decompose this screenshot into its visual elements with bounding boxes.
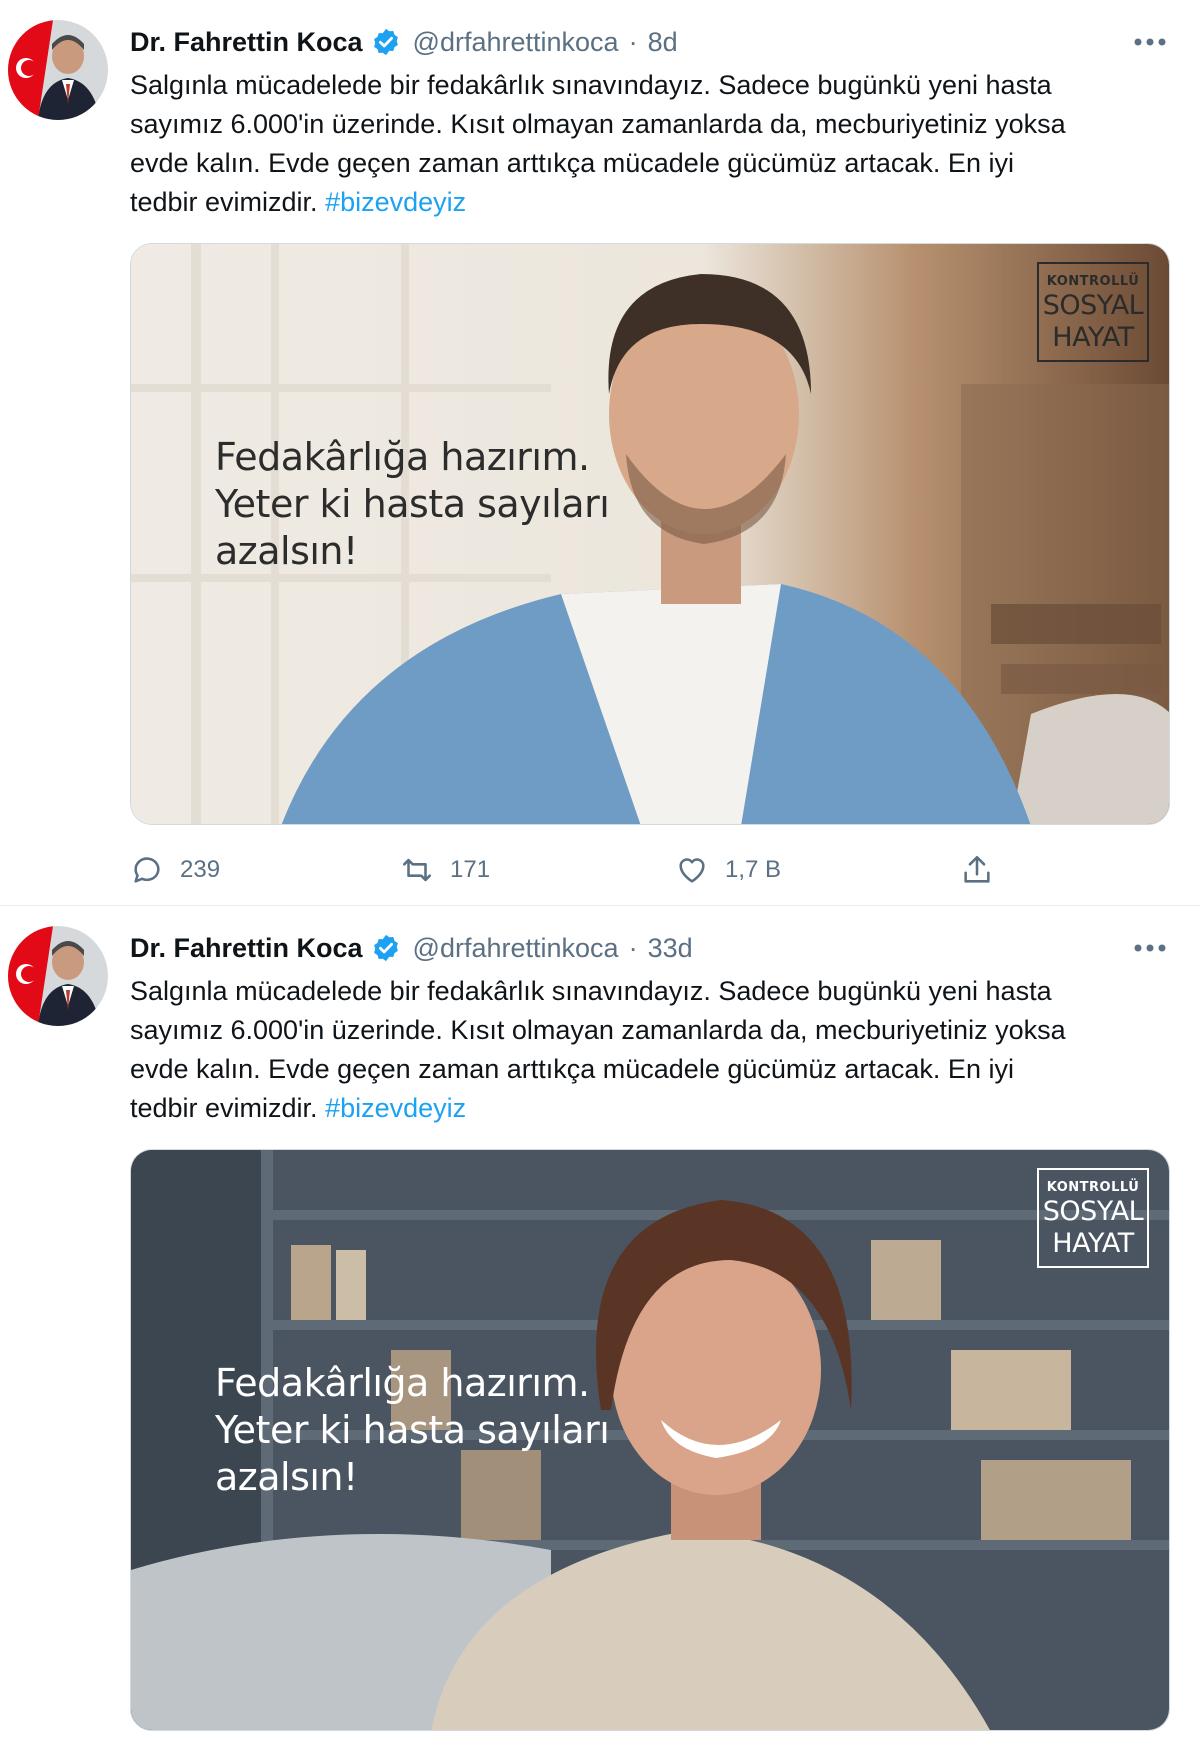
tweet-text-line: tedbir evimizdir. #bizevdeyiz bbox=[130, 183, 1180, 222]
like-icon bbox=[675, 853, 709, 887]
tweet-header: Dr. Fahrettin Koca @drfahrettinkoca · 8d bbox=[130, 22, 678, 62]
tweet[interactable]: Dr. Fahrettin Koca @drfahrettinkoca · 8d… bbox=[0, 0, 1200, 905]
separator-dot: · bbox=[628, 26, 638, 57]
tweet-text-line: Salgınla mücadelede bir fedakârlık sınav… bbox=[130, 976, 1052, 1006]
reply-count: 239 bbox=[180, 856, 221, 883]
tweet[interactable]: Dr. Fahrettin Koca @drfahrettinkoca · 33… bbox=[0, 906, 1200, 1743]
image-caption: Fedakârlığa hazırım. Yeter ki hasta sayı… bbox=[215, 1361, 610, 1499]
tweet-timestamp[interactable]: 8d bbox=[648, 27, 678, 58]
tweet-image[interactable]: KONTROLLÜ SOSYAL HAYAT Fedakârlığa hazır… bbox=[130, 1149, 1170, 1731]
verified-icon bbox=[371, 933, 401, 963]
avatar[interactable] bbox=[8, 20, 108, 120]
hashtag-link[interactable]: #bizevdeyiz bbox=[325, 187, 466, 217]
tweet-text: Salgınla mücadelede bir fedakârlık sınav… bbox=[130, 972, 1180, 1128]
tweet-text-line: Salgınla mücadelede bir fedakârlık sınav… bbox=[130, 70, 1052, 100]
tweet-image[interactable]: KONTROLLÜ SOSYAL HAYAT Fedakârlığa hazır… bbox=[130, 243, 1170, 825]
like-count: 1,7 B bbox=[725, 856, 782, 883]
reply-icon bbox=[130, 853, 164, 887]
author-handle[interactable]: @drfahrettinkoca bbox=[413, 933, 619, 964]
retweet-icon bbox=[400, 853, 434, 887]
tweet-text-tail: tedbir evimizdir. bbox=[130, 187, 318, 217]
separator-dot: · bbox=[628, 932, 638, 963]
tweet-timestamp[interactable]: 33d bbox=[648, 933, 693, 964]
tweet-header: Dr. Fahrettin Koca @drfahrettinkoca · 33… bbox=[130, 928, 693, 968]
more-icon[interactable] bbox=[1130, 934, 1170, 962]
author-handle[interactable]: @drfahrettinkoca bbox=[413, 27, 619, 58]
share-button[interactable] bbox=[960, 850, 994, 890]
hashtag-link[interactable]: #bizevdeyiz bbox=[325, 1093, 466, 1123]
reply-button[interactable]: 239 bbox=[130, 850, 220, 890]
author-name[interactable]: Dr. Fahrettin Koca bbox=[130, 27, 363, 58]
verified-icon bbox=[371, 27, 401, 57]
image-caption: Fedakârlığa hazırım. Yeter ki hasta sayı… bbox=[215, 435, 610, 573]
tweet-actions: 239 171 1,7 B bbox=[130, 850, 1180, 890]
tweet-text: Salgınla mücadelede bir fedakârlık sınav… bbox=[130, 66, 1180, 222]
retweet-button[interactable]: 171 bbox=[400, 850, 490, 890]
kontrollu-sosyal-hayat-logo: KONTROLLÜ SOSYAL HAYAT bbox=[1037, 1168, 1149, 1268]
author-name[interactable]: Dr. Fahrettin Koca bbox=[130, 933, 363, 964]
like-button[interactable]: 1,7 B bbox=[675, 850, 781, 890]
share-icon bbox=[960, 853, 994, 887]
tweet-text-line: tedbir evimizdir. #bizevdeyiz bbox=[130, 1089, 1180, 1128]
tweet-text-tail: tedbir evimizdir. bbox=[130, 1093, 318, 1123]
more-icon[interactable] bbox=[1130, 28, 1170, 56]
avatar[interactable] bbox=[8, 926, 108, 1026]
tweet-text-line: evde kalın. Evde geçen zaman arttıkça mü… bbox=[130, 148, 1014, 178]
tweet-text-line: sayımız 6.000'in üzerinde. Kısıt olmayan… bbox=[130, 1015, 1066, 1045]
kontrollu-sosyal-hayat-logo: KONTROLLÜ SOSYAL HAYAT bbox=[1037, 262, 1149, 362]
tweet-text-line: evde kalın. Evde geçen zaman arttıkça mü… bbox=[130, 1054, 1014, 1084]
retweet-count: 171 bbox=[450, 856, 491, 883]
tweet-text-line: sayımız 6.000'in üzerinde. Kısıt olmayan… bbox=[130, 109, 1066, 139]
